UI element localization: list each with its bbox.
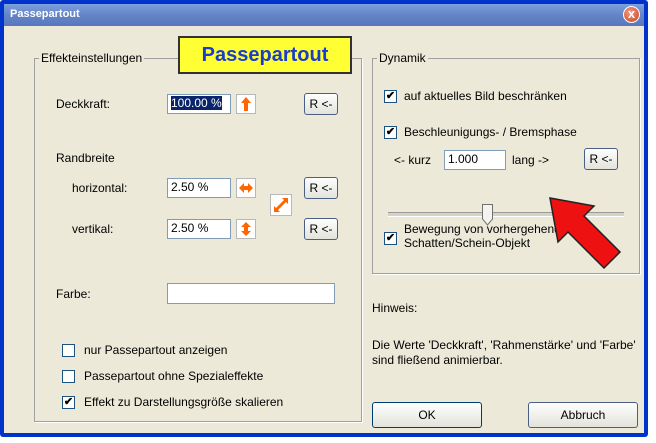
- arrows-diagonal-icon: [274, 198, 288, 212]
- hint-title: Hinweis:: [372, 301, 418, 315]
- checkmark-icon: ✔: [63, 396, 74, 408]
- deckkraft-label: Deckkraft:: [56, 97, 111, 111]
- effects-group-label: Effekteinstellungen: [39, 51, 145, 65]
- option-checkbox-1[interactable]: [62, 344, 75, 357]
- option-label-1[interactable]: nur Passepartout anzeigen: [84, 343, 227, 357]
- accel-reset-label: R <-: [589, 152, 613, 166]
- farbe-label: Farbe:: [56, 287, 91, 301]
- option-label-2[interactable]: Passepartout ohne Spezialeffekte: [84, 369, 263, 383]
- move-checkbox[interactable]: ✔: [384, 232, 397, 245]
- deckkraft-value: 100.00 %: [171, 96, 222, 110]
- checkmark-icon: ✔: [385, 126, 396, 138]
- farbe-input[interactable]: [167, 283, 335, 304]
- close-icon[interactable]: x: [628, 6, 635, 21]
- arrow-up-icon: [241, 97, 251, 111]
- vertikal-reset-label: R <-: [309, 222, 333, 236]
- red-arrow-annotation: [549, 197, 622, 270]
- callout-label: Passepartout: [178, 36, 352, 74]
- arrows-left-right-icon: [239, 183, 253, 193]
- deckkraft-arrow-up-button[interactable]: [236, 94, 256, 114]
- checkmark-icon: ✔: [385, 90, 396, 102]
- randbreite-label: Randbreite: [56, 151, 115, 165]
- option-checkbox-3[interactable]: ✔: [62, 396, 75, 409]
- accel-label[interactable]: Beschleunigungs- / Bremsphase: [404, 125, 577, 139]
- deckkraft-reset-label: R <-: [309, 97, 333, 111]
- accel-value: 1.000: [448, 152, 479, 166]
- hint-text: Die Werte 'Deckkraft', 'Rahmenstärke' un…: [372, 338, 636, 367]
- ok-button[interactable]: OK: [372, 402, 482, 428]
- vertikal-label: vertikal:: [72, 222, 114, 236]
- accel-reset-button[interactable]: R <-: [584, 148, 618, 170]
- dialog-body: Passepartout Effekteinstellungen Deckkra…: [4, 26, 644, 433]
- horizontal-input[interactable]: 2.50 %: [167, 178, 231, 198]
- horizontal-reset-label: R <-: [309, 181, 333, 195]
- ok-label: OK: [418, 408, 436, 422]
- cancel-button[interactable]: Abbruch: [528, 402, 638, 428]
- cancel-label: Abbruch: [560, 408, 606, 422]
- close-button[interactable]: x: [623, 6, 640, 23]
- vertikal-arrows-button[interactable]: [236, 219, 256, 239]
- accel-input[interactable]: 1.000: [444, 150, 506, 170]
- link-diagonal-button[interactable]: [270, 194, 292, 216]
- option-checkbox-2[interactable]: [62, 370, 75, 383]
- deckkraft-input[interactable]: 100.00 %: [167, 94, 231, 114]
- short-label: <- kurz: [394, 153, 432, 167]
- title-bar[interactable]: Passepartout x: [4, 4, 644, 26]
- vertikal-reset-button[interactable]: R <-: [304, 218, 338, 240]
- option-label-3[interactable]: Effekt zu Darstellungsgröße skalieren: [84, 395, 283, 409]
- dialog-frame: Passepartout x Passepartout Effekteinste…: [0, 0, 648, 437]
- restrict-checkbox[interactable]: ✔: [384, 90, 397, 103]
- vertikal-input[interactable]: 2.50 %: [167, 219, 231, 239]
- horizontal-value: 2.50 %: [171, 180, 209, 194]
- accel-checkbox[interactable]: ✔: [384, 126, 397, 139]
- arrows-up-down-icon: [241, 222, 251, 236]
- vertikal-value: 2.50 %: [171, 221, 209, 235]
- deckkraft-reset-button[interactable]: R <-: [304, 93, 338, 115]
- horizontal-label: horizontal:: [72, 181, 128, 195]
- window-title: Passepartout: [10, 8, 80, 20]
- horizontal-reset-button[interactable]: R <-: [304, 177, 338, 199]
- dynamik-group-label: Dynamik: [377, 51, 428, 65]
- horizontal-arrows-button[interactable]: [236, 178, 256, 198]
- restrict-label[interactable]: auf aktuelles Bild beschränken: [404, 89, 567, 103]
- long-label: lang ->: [512, 153, 550, 167]
- checkmark-icon: ✔: [385, 232, 396, 244]
